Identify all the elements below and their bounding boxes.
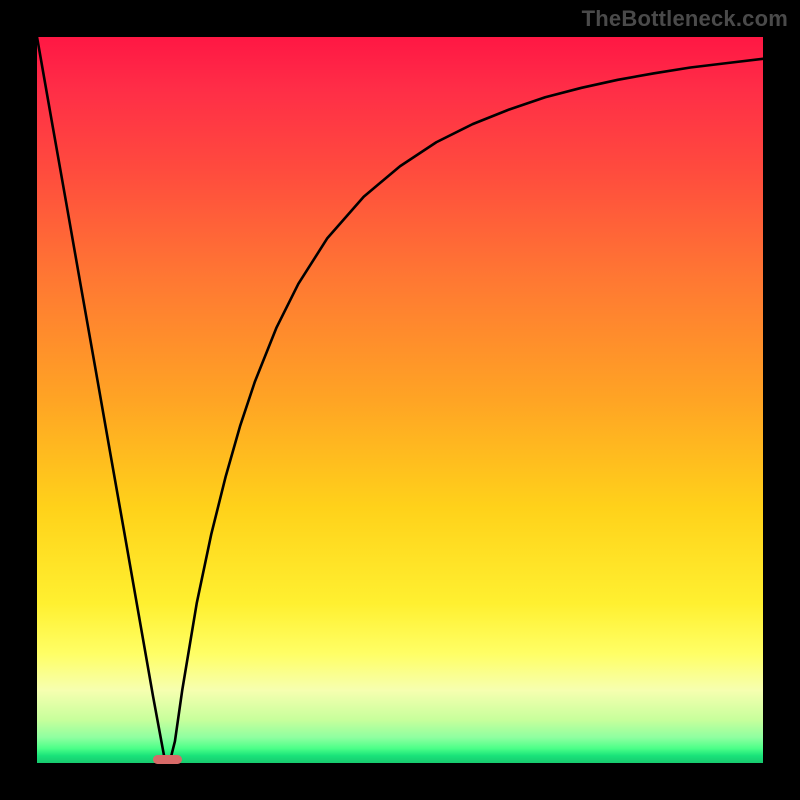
plot-area	[37, 37, 763, 763]
bottleneck-marker	[153, 755, 182, 764]
chart-frame: TheBottleneck.com	[0, 0, 800, 800]
watermark-text: TheBottleneck.com	[582, 6, 788, 32]
bottleneck-curve	[37, 37, 763, 763]
